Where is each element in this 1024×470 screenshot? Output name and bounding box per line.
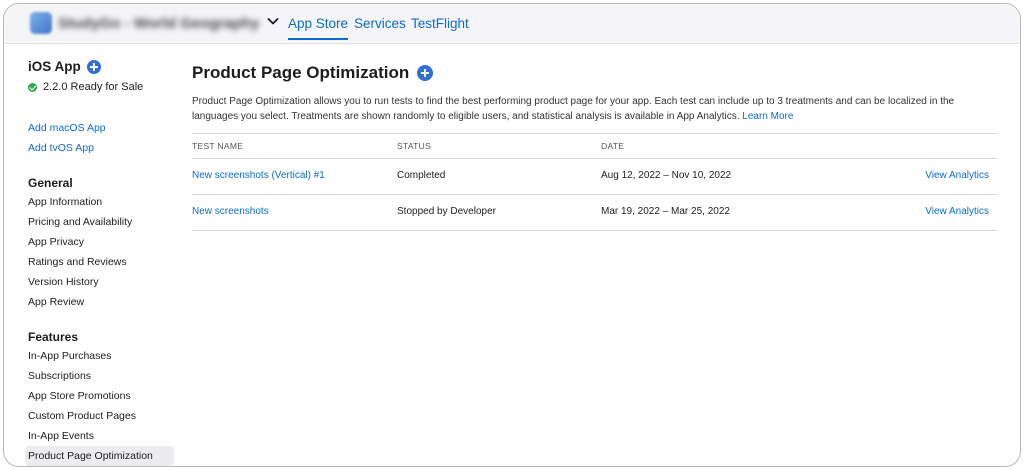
sidebar-item-app-review[interactable]: App Review: [28, 296, 84, 308]
sidebar-item-pricing[interactable]: Pricing and Availability: [28, 216, 132, 228]
features-heading: Features: [28, 330, 79, 344]
ready-check-icon: [28, 82, 37, 92]
sidebar-item-version-history[interactable]: Version History: [28, 276, 99, 288]
app-name[interactable]: StudyGo - World Geography: [58, 15, 259, 32]
platform-header: iOS App: [28, 59, 101, 74]
sidebar: iOS App 2.2.0 Ready for Sale Add macOS A…: [4, 44, 184, 466]
description-text: Product Page Optimization allows you to …: [192, 96, 955, 122]
test-date: Aug 12, 2022 – Nov 10, 2022: [601, 170, 732, 181]
app-store-connect-window: StudyGo - World Geography App Store Serv…: [3, 3, 1021, 467]
add-platform-icon[interactable]: [86, 59, 101, 74]
test-date: Mar 19, 2022 – Mar 25, 2022: [601, 206, 730, 217]
table-header: TEST NAME STATUS DATE: [192, 133, 997, 159]
page-title-row: Product Page Optimization: [192, 63, 434, 83]
version-status-text: 2.2.0 Ready for Sale: [43, 81, 144, 93]
sidebar-item-subscriptions[interactable]: Subscriptions: [28, 370, 91, 382]
learn-more-link[interactable]: Learn More: [742, 111, 793, 122]
column-status: STATUS: [397, 141, 432, 151]
tab-app-store[interactable]: App Store: [288, 16, 349, 40]
tab-testflight[interactable]: TestFlight: [411, 16, 469, 31]
sidebar-item-promotions[interactable]: App Store Promotions: [28, 390, 131, 402]
tab-services[interactable]: Services: [354, 16, 406, 31]
view-analytics-link[interactable]: View Analytics: [925, 170, 989, 181]
sidebar-item-app-privacy[interactable]: App Privacy: [28, 236, 84, 248]
top-navigation: StudyGo - World Geography App Store Serv…: [4, 4, 1020, 44]
sidebar-item-custom-product-pages[interactable]: Custom Product Pages: [28, 410, 136, 422]
view-analytics-link[interactable]: View Analytics: [925, 206, 989, 217]
column-date: DATE: [601, 141, 625, 151]
sidebar-item-in-app-events[interactable]: In-App Events: [28, 430, 94, 442]
test-name-link[interactable]: New screenshots (Vertical) #1: [192, 170, 325, 181]
table-row: New screenshots (Vertical) #1 Completed …: [192, 159, 997, 195]
tests-table: TEST NAME STATUS DATE New screenshots (V…: [192, 133, 997, 231]
sidebar-item-ratings[interactable]: Ratings and Reviews: [28, 256, 127, 268]
test-status: Stopped by Developer: [397, 206, 496, 217]
sidebar-item-app-information[interactable]: App Information: [28, 196, 102, 208]
add-macos-app-link[interactable]: Add macOS App: [28, 122, 106, 134]
test-name-link[interactable]: New screenshots: [192, 206, 269, 217]
sidebar-item-in-app-purchases[interactable]: In-App Purchases: [28, 350, 111, 362]
chevron-down-icon[interactable]: [266, 14, 280, 28]
add-tvos-app-link[interactable]: Add tvOS App: [28, 142, 94, 154]
app-icon[interactable]: [30, 12, 52, 34]
test-status: Completed: [397, 170, 446, 181]
page-description: Product Page Optimization allows you to …: [192, 94, 1000, 124]
version-status[interactable]: 2.2.0 Ready for Sale: [28, 81, 143, 93]
table-row: New screenshots Stopped by Developer Mar…: [192, 195, 997, 231]
sidebar-item-product-page-optimization[interactable]: Product Page Optimization: [25, 446, 174, 466]
general-heading: General: [28, 176, 73, 190]
platform-title: iOS App: [28, 59, 81, 74]
page-title: Product Page Optimization: [192, 63, 410, 82]
column-test-name: TEST NAME: [192, 141, 244, 151]
add-test-icon[interactable]: [417, 65, 434, 81]
